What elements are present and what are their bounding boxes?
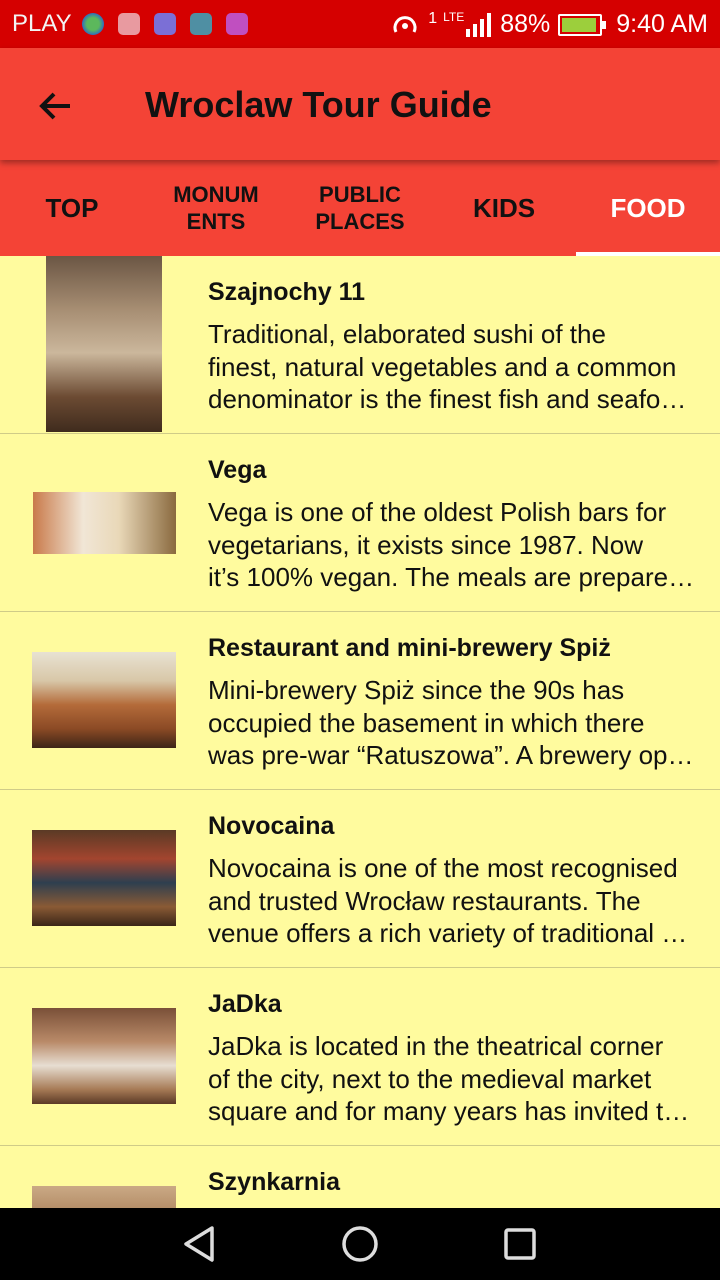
list-item[interactable]: Szajnochy 11 Traditional, elaborated sus… [0,256,720,434]
restaurant-description: Traditional, elaborated sushi of the fin… [208,318,720,416]
restaurant-photo [32,1186,176,1208]
system-nav-bar [0,1208,720,1280]
restaurant-photo [32,1008,176,1104]
app-bar: Wroclaw Tour Guide [0,48,720,160]
list-item[interactable]: JaDka JaDka is located in the theatrical… [0,968,720,1146]
back-triangle-icon [184,1226,214,1262]
description-line: denominator is the finest fish and seafo… [208,384,687,414]
restaurant-photo [32,830,176,926]
restaurant-list[interactable]: Szajnochy 11 Traditional, elaborated sus… [0,256,720,1208]
description-line: Mini-brewery Spiż since the 90s has [208,675,625,705]
tab-label-line: ENTS [186,209,246,234]
description-line: venue offers a rich variety of tradition… [208,918,688,948]
network-type: LTE [443,10,465,24]
restaurant-photo [46,256,162,432]
clock: 9:40 AM [616,10,708,38]
gallery-icon [225,13,248,35]
description-line: of the city, next to the medieval market [208,1063,652,1094]
tab-label: FOOD [610,192,686,223]
home-circle-icon [342,1226,378,1262]
page-title: Wroclaw Tour Guide [145,84,492,125]
restaurant-photo [32,652,176,748]
restaurant-description: Vega is one of the oldest Polish bars fo… [208,496,720,594]
nav-recents-button[interactable] [498,1222,542,1266]
description-line: Traditional, elaborated sushi of the [208,319,606,349]
list-item[interactable]: Vega Vega is one of the oldest Polish ba… [0,434,720,612]
restaurant-description: JaDka is located in the theatrical corne… [208,1030,720,1128]
restaurant-description: Mini-brewery Spiż since the 90s has occu… [208,674,720,772]
tab-monuments[interactable]: MONUM ENTS [144,160,288,256]
tab-food[interactable]: FOOD [576,160,720,256]
restaurant-photo [33,492,176,554]
tab-label-line: MONUM [173,182,259,207]
recents-square-icon [504,1228,536,1260]
description-line: square and for many years has invited t… [208,1096,690,1126]
description-line: and trusted Wrocław restaurants. The [208,885,641,916]
signal-icon [466,12,492,37]
tab-public-places[interactable]: PUBLIC PLACES [288,160,432,256]
restaurant-name: Vega [208,456,267,484]
android-app-icon [189,13,212,35]
status-bar: PLAY 1 LTE 88% 9:40 AM [0,0,720,48]
restaurant-description: Novocaina is one of the most recognised … [208,852,720,950]
tab-label: KIDS [472,192,536,223]
list-item[interactable]: Restaurant and mini-brewery Spiż Mini-br… [0,612,720,790]
battery-icon [558,13,607,36]
nav-home-button[interactable] [338,1222,382,1266]
description-line: was pre-war “Ratuszowa”. A brewery op… [208,740,694,770]
back-button[interactable] [32,82,80,130]
carrier-label: PLAY [12,10,72,37]
description-line: finest, natural vegetables and a common [208,351,677,382]
list-item[interactable]: Novocaina Novocaina is one of the most r… [0,790,720,968]
description-line: vegetarians, it exists since 1987. Now [208,529,643,560]
description-line: it’s 100% vegan. The meals are prepare… [208,562,695,592]
description-line: occupied the basement in which there [208,707,645,738]
restaurant-name: Restaurant and mini-brewery Spiż [208,634,611,662]
restaurant-name: Szajnochy 11 [208,278,366,306]
restaurant-name: Novocaina [208,812,335,840]
network-slot: 1 [428,10,438,27]
globe-icon [81,13,104,35]
network-label: 1 LTE [422,10,464,28]
battery-percent: 88% [500,10,551,38]
mail-icon [117,13,140,35]
list-item[interactable]: Szynkarnia [0,1146,720,1208]
description-line: Novocaina is one of the most recognised [208,853,678,883]
tab-label-line: PLACES [315,209,405,234]
restaurant-name: Szynkarnia [208,1168,341,1196]
description-line: JaDka is located in the theatrical corne… [208,1031,664,1061]
nav-back-button[interactable] [178,1222,222,1266]
tab-kids[interactable]: KIDS [432,160,576,256]
hotspot-icon [393,15,417,33]
tab-label-line: PUBLIC [319,182,401,207]
arrow-back-icon [39,92,70,120]
description-line: Vega is one of the oldest Polish bars fo… [208,497,667,527]
tab-label: TOP [45,192,99,223]
sync-app-icon [153,13,176,35]
restaurant-name: JaDka [208,990,282,1018]
tab-bar: TOP MONUM ENTS PUBLIC PLACES KIDS FOOD [0,160,720,256]
tab-top[interactable]: TOP [0,160,144,256]
